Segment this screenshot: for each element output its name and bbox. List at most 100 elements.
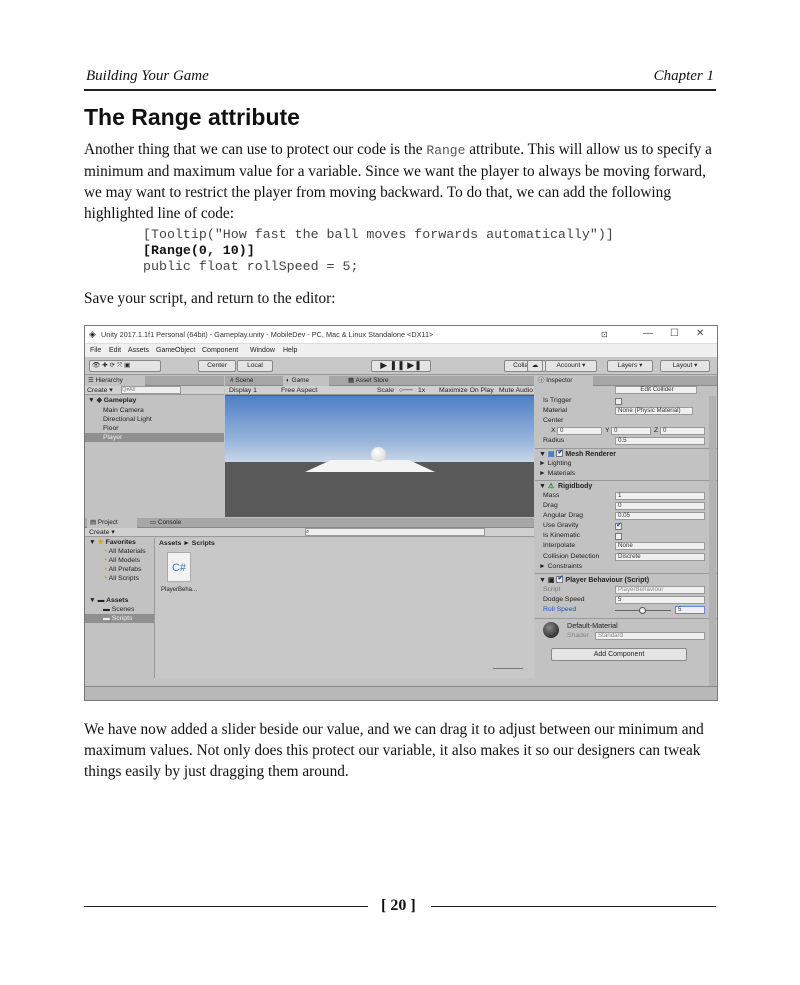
favorites-item[interactable]: ◔ All Models	[103, 556, 140, 565]
mute-audio-toggle[interactable]: Mute Audio	[499, 386, 533, 395]
close-button[interactable]: ✕	[696, 328, 704, 339]
menu-edit[interactable]: Edit	[109, 347, 121, 354]
component-title: Mesh Renderer	[565, 451, 616, 458]
paragraph-save: Save your script, and return to the edit…	[84, 290, 336, 307]
menu-help[interactable]: Help	[283, 347, 297, 354]
center-x-label: X	[551, 427, 556, 434]
rigidbody-header[interactable]: ▼ ⚠ Rigidbody	[539, 482, 592, 490]
tab-label: Asset Store	[355, 377, 389, 384]
dodge-speed-field[interactable]: 5	[615, 596, 705, 604]
menu-window[interactable]: Window	[250, 347, 275, 354]
drag-field[interactable]: 0	[615, 502, 705, 510]
is-kinematic-checkbox[interactable]	[615, 533, 622, 540]
menu-component[interactable]: Component	[202, 347, 238, 354]
transform-tools[interactable]: 👁 ✚ ⟳ ⤧ ▣	[89, 360, 161, 372]
lighting-foldout[interactable]: ► Lighting	[539, 460, 571, 467]
player-behaviour-enabled-checkbox[interactable]	[556, 574, 564, 583]
mesh-renderer-header[interactable]: ▼ ▦ Mesh Renderer	[539, 448, 616, 458]
hierarchy-item[interactable]: Main Camera	[103, 406, 144, 415]
inspector-tabrow: ⓘ Inspector	[535, 376, 717, 386]
aspect-dropdown[interactable]: Free Aspect	[281, 386, 317, 395]
shader-dropdown[interactable]: Standard	[595, 632, 705, 640]
display-dropdown[interactable]: Display 1	[229, 386, 257, 395]
project-breadcrumb[interactable]: Assets ► Scripts	[159, 539, 215, 548]
play-icon[interactable]: ▶	[380, 360, 387, 370]
scale-value: 1x	[418, 387, 426, 394]
hierarchy-create-button[interactable]: Create ▾	[87, 386, 113, 395]
tab-console[interactable]: ▭ Console	[147, 518, 197, 528]
assets-item[interactable]: ▬ Scenes	[103, 605, 134, 614]
hierarchy-search-input[interactable]: Q▾All	[121, 386, 181, 394]
maximize-button[interactable]: ☐	[670, 328, 679, 339]
center-y-field[interactable]: 0	[611, 427, 651, 435]
collision-detection-dropdown[interactable]: Discrete	[615, 553, 705, 561]
favorites-item[interactable]: ◔ All Materials	[103, 547, 146, 556]
scene-root[interactable]: ▼ ◈ Gameplay	[88, 396, 136, 405]
player-ball	[371, 447, 386, 462]
foldout-label: Constraints	[547, 563, 583, 570]
add-component-button[interactable]: Add Component	[551, 648, 687, 661]
center-x-field[interactable]: 0	[557, 427, 602, 435]
account-dropdown[interactable]: Account ▾	[545, 360, 597, 372]
step-icon[interactable]: ▶❚	[407, 360, 421, 370]
view-tool-icon[interactable]: 👁	[92, 362, 100, 369]
inspector-scrollbar[interactable]	[709, 396, 716, 686]
hierarchy-item[interactable]: Directional Light	[103, 415, 152, 424]
menu-assets[interactable]: Assets	[128, 347, 149, 354]
csharp-script-icon[interactable]: C#	[167, 552, 191, 582]
menu-gameobject[interactable]: GameObject	[156, 347, 195, 354]
project-toolbar: Create ▾ ⌕	[85, 528, 534, 537]
tab-game[interactable]: ◐ Game	[283, 376, 329, 386]
project-panel: ▤ Project ▭ Console Create ▾ ⌕ ▼ ★ Favor…	[85, 518, 534, 686]
favorites-item[interactable]: ◔ All Scripts	[103, 574, 139, 583]
roll-speed-slider-thumb[interactable]	[639, 607, 646, 614]
is-trigger-checkbox[interactable]	[615, 398, 622, 405]
layout-dropdown[interactable]: Layout ▾	[660, 360, 710, 372]
running-header-title: Building Your Game	[86, 68, 209, 84]
project-create-button[interactable]: Create ▾	[89, 528, 115, 537]
center-z-field[interactable]: 0	[660, 427, 705, 435]
assets-item-selected[interactable]: ▬ Scripts	[85, 614, 154, 623]
interpolate-dropdown[interactable]: None	[615, 542, 705, 550]
pivot-center-button[interactable]: Center	[198, 360, 236, 372]
tab-project[interactable]: ▤ Project	[87, 518, 137, 528]
project-search-input[interactable]: ⌕	[305, 528, 485, 536]
pause-icon[interactable]: ❚❚	[390, 360, 405, 370]
scale-slider[interactable]: ○──	[399, 386, 413, 395]
materials-foldout[interactable]: ► Materials	[539, 470, 575, 477]
constraints-foldout[interactable]: ► Constraints	[539, 563, 582, 570]
mesh-renderer-enabled-checkbox[interactable]	[556, 448, 564, 457]
cloud-icon[interactable]: ☁	[527, 360, 543, 372]
playback-controls[interactable]: ▶ ❚❚ ▶❚	[371, 360, 431, 372]
hierarchy-item-selected[interactable]: Player	[85, 433, 224, 442]
rotate-tool-icon[interactable]: ⟳	[110, 362, 116, 369]
scale-tool-icon[interactable]: ⤧	[117, 362, 122, 369]
tab-scene[interactable]: # Scene	[227, 376, 271, 386]
menu-file[interactable]: File	[90, 347, 101, 354]
layers-dropdown[interactable]: Layers ▾	[607, 360, 653, 372]
angular-drag-field[interactable]: 0.05	[615, 512, 705, 520]
pivot-local-button[interactable]: Local	[237, 360, 273, 372]
script-file-label[interactable]: PlayerBeha...	[161, 586, 197, 595]
material-field[interactable]: None (Physic Material)	[615, 407, 693, 415]
tab-asset-store[interactable]: ▦ Asset Store	[345, 376, 405, 386]
edit-collider-button[interactable]: Edit Collider	[615, 386, 697, 394]
favorites-folder[interactable]: ▼ ★ Favorites	[89, 538, 136, 547]
rect-tool-icon[interactable]: ▣	[124, 362, 130, 369]
icon-size-slider[interactable]	[493, 668, 523, 672]
radius-field[interactable]: 0.5	[615, 437, 705, 445]
folder-icon: ▬	[97, 597, 105, 604]
assets-folder[interactable]: ▼ ▬ Assets	[89, 596, 128, 605]
use-gravity-checkbox[interactable]	[615, 521, 622, 530]
favorites-item[interactable]: ◔ All Prefabs	[103, 565, 142, 574]
maximize-on-play-toggle[interactable]: Maximize On Play	[439, 386, 494, 395]
mass-field[interactable]: 1	[615, 492, 705, 500]
tab-hierarchy[interactable]: ☰ Hierarchy	[85, 376, 145, 386]
tab-label: Game	[291, 377, 310, 384]
tab-inspector[interactable]: ⓘ Inspector	[535, 376, 593, 386]
roll-speed-field[interactable]: 5	[675, 606, 705, 614]
player-behaviour-header[interactable]: ▼ ▣ Player Behaviour (Script)	[539, 574, 649, 584]
hierarchy-item[interactable]: Floor	[103, 424, 119, 433]
minimize-button[interactable]: —	[643, 328, 653, 339]
move-tool-icon[interactable]: ✚	[102, 362, 108, 369]
